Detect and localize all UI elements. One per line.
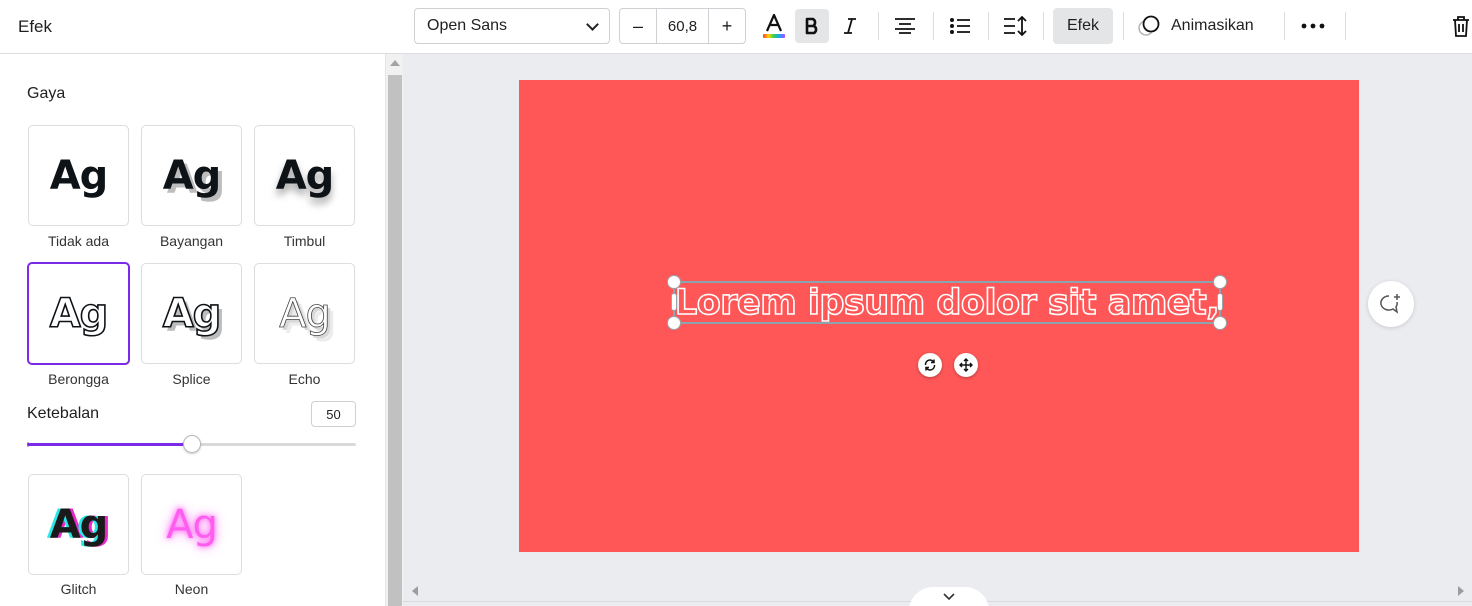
style-label: Tidak ada bbox=[48, 233, 109, 249]
style-tile-none[interactable]: Ag bbox=[28, 125, 129, 226]
design-page[interactable]: Lorem ipsum dolor sit amet, bbox=[519, 80, 1359, 552]
resize-handle-bottom-left[interactable] bbox=[667, 316, 681, 330]
bold-button[interactable] bbox=[795, 9, 829, 43]
bold-icon bbox=[805, 17, 818, 35]
style-tile-lift[interactable]: Ag bbox=[254, 125, 355, 226]
decrease-font-button[interactable]: – bbox=[620, 9, 656, 43]
thickness-slider[interactable] bbox=[27, 435, 356, 453]
toolbar-divider bbox=[1284, 12, 1285, 40]
toolbar-divider bbox=[1043, 12, 1044, 40]
scroll-right-icon[interactable] bbox=[1458, 586, 1464, 596]
style-label: Splice bbox=[172, 371, 211, 387]
style-label: Echo bbox=[288, 371, 321, 387]
slider-fill bbox=[27, 443, 192, 446]
style-section-title: Gaya bbox=[27, 85, 66, 102]
more-options-button[interactable] bbox=[1296, 9, 1330, 43]
rotate-button[interactable] bbox=[918, 353, 942, 377]
align-center-icon bbox=[895, 18, 915, 34]
style-tile-hollow[interactable]: Ag bbox=[27, 262, 130, 365]
resize-handle-left[interactable] bbox=[671, 293, 677, 311]
scrollbar-thumb[interactable] bbox=[388, 75, 402, 606]
style-sample: Ag bbox=[279, 290, 332, 337]
animate-button[interactable]: Animasikan bbox=[1137, 8, 1254, 44]
style-tile-neon[interactable]: Ag bbox=[141, 474, 242, 575]
slider-handle[interactable] bbox=[182, 435, 201, 453]
text-color-icon bbox=[763, 13, 785, 38]
scroll-up-icon[interactable] bbox=[390, 60, 400, 66]
list-button[interactable] bbox=[943, 9, 977, 43]
toolbar-divider bbox=[1123, 12, 1124, 40]
move-button[interactable] bbox=[954, 353, 978, 377]
move-icon bbox=[959, 358, 973, 372]
chevron-down-icon bbox=[943, 593, 955, 601]
style-tile-glitch[interactable]: Ag bbox=[28, 474, 129, 575]
style-label: Timbul bbox=[283, 233, 326, 249]
panel-title: Efek bbox=[18, 16, 53, 36]
resize-handle-top-left[interactable] bbox=[667, 275, 681, 289]
animate-label: Animasikan bbox=[1171, 17, 1254, 34]
canvas-text[interactable]: Lorem ipsum dolor sit amet, bbox=[674, 282, 1220, 324]
font-family-value: Open Sans bbox=[427, 17, 508, 34]
spacing-button[interactable] bbox=[998, 9, 1032, 43]
style-sample: Ag bbox=[49, 290, 109, 337]
effects-button[interactable]: Efek bbox=[1053, 8, 1113, 44]
font-family-select[interactable]: Open Sans bbox=[414, 8, 610, 44]
pages-toggle[interactable] bbox=[909, 587, 989, 606]
increase-font-button[interactable]: + bbox=[709, 9, 745, 43]
style-sample: Ag bbox=[49, 152, 109, 199]
style-sample: Ag bbox=[275, 152, 335, 199]
toolbar-divider bbox=[933, 12, 934, 40]
comment-add-icon bbox=[1380, 294, 1400, 314]
thickness-input[interactable]: 50 bbox=[311, 401, 356, 427]
selected-text-box[interactable]: Lorem ipsum dolor sit amet, bbox=[667, 275, 1227, 330]
add-comment-button[interactable] bbox=[1368, 281, 1414, 327]
style-label: Bayangan bbox=[159, 233, 224, 249]
style-label: Neon bbox=[174, 581, 209, 597]
style-sample: Ag bbox=[166, 501, 218, 548]
toolbar-divider bbox=[878, 12, 879, 40]
style-label: Glitch bbox=[60, 581, 97, 597]
text-toolbar: Open Sans – 60,8 + Efek Animasikan bbox=[403, 0, 1472, 54]
animate-icon bbox=[1138, 15, 1160, 36]
style-tile-splice[interactable]: Ag bbox=[141, 263, 242, 364]
rotate-icon bbox=[924, 359, 936, 371]
panel-scrollbar[interactable] bbox=[385, 54, 403, 606]
chevron-down-icon bbox=[586, 18, 599, 31]
text-color-button[interactable] bbox=[757, 9, 791, 43]
bullet-list-icon bbox=[950, 18, 970, 34]
style-sample: Ag bbox=[162, 152, 222, 199]
line-spacing-icon bbox=[1004, 16, 1027, 36]
italic-button[interactable] bbox=[833, 9, 867, 43]
font-size-stepper: – 60,8 + bbox=[619, 8, 746, 44]
design-workspace: Lorem ipsum dolor sit amet, bbox=[403, 54, 1472, 606]
resize-handle-top-right[interactable] bbox=[1213, 275, 1227, 289]
toolbar-divider bbox=[1345, 12, 1346, 40]
resize-handle-bottom-right[interactable] bbox=[1213, 316, 1227, 330]
thickness-label: Ketebalan bbox=[27, 405, 100, 422]
style-tile-echo[interactable]: Ag bbox=[254, 263, 355, 364]
italic-icon bbox=[844, 18, 856, 34]
toolbar-divider bbox=[988, 12, 989, 40]
trash-icon bbox=[1453, 16, 1469, 37]
more-icon bbox=[1301, 23, 1325, 29]
scroll-left-icon[interactable] bbox=[412, 586, 418, 596]
style-label: Berongga bbox=[48, 371, 109, 387]
effects-panel: Gaya Ag Tidak ada Ag Bayangan Ag Timbul … bbox=[0, 54, 385, 606]
style-tile-shadow[interactable]: Ag bbox=[141, 125, 242, 226]
style-sample: Ag bbox=[162, 290, 222, 337]
resize-handle-right[interactable] bbox=[1217, 293, 1223, 311]
style-sample: Ag bbox=[49, 501, 109, 548]
align-button[interactable] bbox=[888, 9, 922, 43]
delete-button[interactable] bbox=[1451, 9, 1471, 43]
panel-header: Efek bbox=[0, 0, 403, 54]
font-size-input[interactable]: 60,8 bbox=[656, 9, 709, 43]
